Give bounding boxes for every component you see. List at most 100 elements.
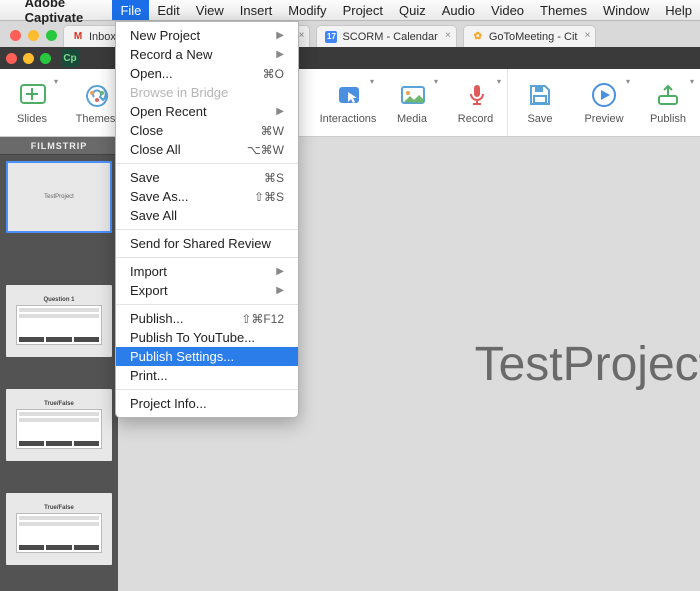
slides-button[interactable]: ▾ Slides: [0, 69, 64, 136]
tab-label: GoToMeeting - Cit: [489, 31, 578, 43]
menu-separator: [116, 163, 298, 164]
menu-item-label: Send for Shared Review: [130, 236, 271, 251]
menu-item-label: Record a New: [130, 47, 212, 62]
menu-themes[interactable]: Themes: [532, 0, 595, 20]
submenu-arrow-icon: ▶: [276, 106, 284, 117]
zoom-window-icon[interactable]: [40, 53, 51, 64]
tab-label: SCORM - Calendar: [342, 31, 437, 43]
captivate-logo-icon: Cp: [61, 49, 79, 67]
menu-item-label: Save As...: [130, 189, 189, 204]
thumb-title: True/False: [44, 505, 74, 511]
record-button[interactable]: ▾ Record: [444, 69, 508, 136]
menu-item-open[interactable]: Open...⌘O: [116, 64, 298, 83]
thumb-title: True/False: [44, 401, 74, 407]
menu-project[interactable]: Project: [335, 0, 391, 20]
app-name[interactable]: Adobe Captivate: [17, 0, 113, 25]
menu-separator: [116, 229, 298, 230]
submenu-arrow-icon: ▶: [276, 49, 284, 60]
menu-item-export[interactable]: Export▶: [116, 281, 298, 300]
menu-item-label: Publish...: [130, 311, 183, 326]
slide-thumb[interactable]: True/False: [6, 493, 112, 565]
menu-insert[interactable]: Insert: [232, 0, 281, 20]
dropdown-arrow-icon: ▾: [54, 77, 58, 86]
calendar-icon: 17: [325, 31, 337, 43]
preview-button[interactable]: ▾ Preview: [572, 69, 636, 136]
menu-item-publish-to-youtube[interactable]: Publish To YouTube...: [116, 328, 298, 347]
dropdown-arrow-icon: ▾: [434, 77, 438, 86]
menu-edit[interactable]: Edit: [149, 0, 187, 20]
media-button[interactable]: ▾ Media: [380, 69, 444, 136]
menu-window[interactable]: Window: [595, 0, 657, 20]
minimize-window-icon[interactable]: [23, 53, 34, 64]
slides-icon: [18, 81, 46, 109]
menu-item-browse-in-bridge: Browse in Bridge: [116, 83, 298, 102]
menu-item-label: Print...: [130, 368, 168, 383]
browser-tab[interactable]: 17 SCORM - Calendar ×: [316, 25, 456, 47]
menu-item-project-info[interactable]: Project Info...: [116, 394, 298, 413]
menu-item-open-recent[interactable]: Open Recent ▶: [116, 102, 298, 121]
tool-label: Interactions: [320, 113, 377, 125]
save-icon: [526, 81, 554, 109]
tool-label: Media: [397, 113, 427, 125]
slide-thumb[interactable]: Question 1: [6, 285, 112, 357]
menu-item-label: Open...: [130, 66, 173, 81]
menu-item-publish[interactable]: Publish...⇧⌘F12: [116, 309, 298, 328]
dropdown-arrow-icon: ▾: [626, 77, 630, 86]
menu-video[interactable]: Video: [483, 0, 532, 20]
menu-item-record-a-new[interactable]: Record a New ▶: [116, 45, 298, 64]
close-tab-icon[interactable]: ×: [299, 30, 305, 41]
interactions-button[interactable]: ▾ Interactions: [316, 69, 380, 136]
close-tab-icon[interactable]: ×: [445, 30, 451, 41]
dropdown-arrow-icon: ▾: [690, 77, 694, 86]
menu-item-save-all[interactable]: Save All: [116, 206, 298, 225]
filmstrip-thumbs: TestProject Question 1 True/False: [0, 155, 118, 591]
tool-label: Preview: [584, 113, 623, 125]
thumb-title: Question 1: [43, 297, 74, 303]
tool-label: Themes: [76, 113, 116, 125]
menu-item-save[interactable]: Save⌘S: [116, 168, 298, 187]
publish-icon: [654, 81, 682, 109]
close-window-icon[interactable]: [10, 30, 21, 41]
menu-shortcut: ⌘S: [264, 171, 284, 185]
window-controls: [8, 30, 63, 47]
menu-separator: [116, 389, 298, 390]
menu-item-label: Import: [130, 264, 167, 279]
submenu-arrow-icon: ▶: [276, 30, 284, 41]
close-tab-icon[interactable]: ×: [585, 30, 591, 41]
menu-item-save-as[interactable]: Save As...⇧⌘S: [116, 187, 298, 206]
close-window-icon[interactable]: [6, 53, 17, 64]
menu-item-close-all[interactable]: Close All⌥⌘W: [116, 140, 298, 159]
captivate-titlebar: Cp: [0, 47, 700, 69]
dropdown-arrow-icon: ▾: [497, 77, 501, 86]
browser-tab[interactable]: ✿ GoToMeeting - Cit ×: [463, 25, 597, 47]
publish-button[interactable]: ▾ Publish: [636, 69, 700, 136]
menu-modify[interactable]: Modify: [280, 0, 334, 20]
save-button[interactable]: Save: [508, 69, 572, 136]
menu-item-import[interactable]: Import ▶: [116, 262, 298, 281]
minimize-window-icon[interactable]: [28, 30, 39, 41]
menu-item-new-project[interactable]: New Project▶: [116, 26, 298, 45]
tool-label: Slides: [17, 113, 47, 125]
menu-item-label: Publish Settings...: [130, 349, 234, 364]
menu-item-close[interactable]: Close⌘W: [116, 121, 298, 140]
zoom-window-icon[interactable]: [46, 30, 57, 41]
slide-thumb[interactable]: True/False: [6, 389, 112, 461]
submenu-arrow-icon: ▶: [276, 266, 284, 277]
menu-item-label: Browse in Bridge: [130, 85, 228, 100]
menu-item-label: Open Recent: [130, 104, 207, 119]
tool-label: Publish: [650, 113, 686, 125]
submenu-arrow-icon: ▶: [276, 285, 284, 296]
slide-thumb[interactable]: TestProject: [6, 161, 112, 233]
content-area: FILMSTRIP TestProject Question 1 True/Fa…: [0, 137, 700, 591]
menu-help[interactable]: Help: [657, 0, 700, 20]
menu-item-publish-settings[interactable]: Publish Settings...: [116, 347, 298, 366]
menu-file[interactable]: File: [112, 0, 149, 20]
menu-item-send-for-shared-review[interactable]: Send for Shared Review: [116, 234, 298, 253]
menu-item-label: Close All: [130, 142, 181, 157]
menu-quiz[interactable]: Quiz: [391, 0, 434, 20]
tool-label: Record: [458, 113, 493, 125]
menu-item-print[interactable]: Print...: [116, 366, 298, 385]
menu-audio[interactable]: Audio: [434, 0, 483, 20]
menu-view[interactable]: View: [188, 0, 232, 20]
interactions-icon: [334, 81, 362, 109]
